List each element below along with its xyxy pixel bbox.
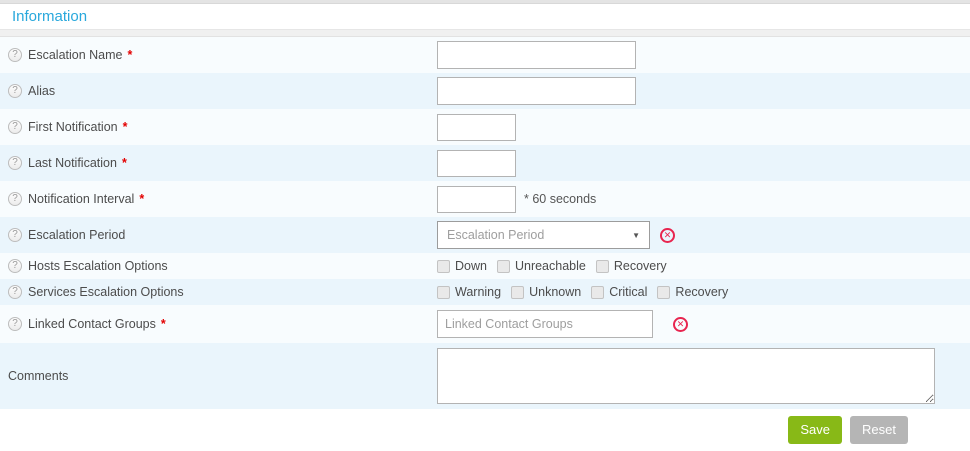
help-icon[interactable]: ? [8,285,22,299]
required-asterisk: * [128,48,133,62]
help-icon[interactable]: ? [8,317,22,331]
checkbox-recovery-hosts[interactable]: Recovery [596,259,667,273]
help-icon[interactable]: ? [8,228,22,242]
label-cell-escalation-name: ? Escalation Name * [0,48,437,62]
comments-textarea[interactable] [437,348,935,404]
page-title: Information [12,8,87,25]
escalation-form-panel: Information ? Escalation Name * ? Alias … [0,0,970,451]
checkbox-warning-label: Warning [455,285,501,299]
label-cell-notification-interval: ? Notification Interval * [0,192,437,206]
row-alias: ? Alias [0,73,970,109]
checkbox-recovery-services[interactable]: Recovery [657,285,728,299]
field-cell-notification-interval: * 60 seconds [437,186,970,213]
clear-linked-contact-groups-icon[interactable]: ✕ [673,317,688,332]
row-notification-interval: ? Notification Interval * * 60 seconds [0,181,970,217]
notification-interval-label: Notification Interval [28,192,134,206]
help-icon[interactable]: ? [8,259,22,273]
field-cell-comments [437,348,970,404]
field-cell-escalation-period: Escalation Period ▼ ✕ [437,221,970,249]
row-hosts-escalation-options: ? Hosts Escalation Options Down Unreacha… [0,253,970,279]
checkbox-unknown-label: Unknown [529,285,581,299]
escalation-name-label: Escalation Name [28,48,123,62]
reset-button[interactable]: Reset [850,416,908,444]
escalation-period-label: Escalation Period [28,228,125,242]
label-cell-last-notification: ? Last Notification * [0,156,437,170]
checkbox-icon[interactable] [596,260,609,273]
checkbox-recovery-services-label: Recovery [675,285,728,299]
checkbox-icon[interactable] [591,286,604,299]
required-asterisk: * [122,156,127,170]
row-linked-contact-groups: ? Linked Contact Groups * ✕ [0,305,970,343]
row-first-notification: ? First Notification * [0,109,970,145]
first-notification-input[interactable] [437,114,516,141]
checkbox-recovery-hosts-label: Recovery [614,259,667,273]
last-notification-label: Last Notification [28,156,117,170]
checkbox-critical[interactable]: Critical [591,285,647,299]
label-cell-alias: ? Alias [0,84,437,98]
row-escalation-period: ? Escalation Period Escalation Period ▼ … [0,217,970,253]
help-icon[interactable]: ? [8,48,22,62]
first-notification-label: First Notification [28,120,118,134]
escalation-period-placeholder: Escalation Period [447,228,544,242]
save-button[interactable]: Save [788,416,842,444]
panel-header: Information [0,4,970,29]
last-notification-input[interactable] [437,150,516,177]
checkbox-unreachable-label: Unreachable [515,259,586,273]
label-cell-linked-contact-groups: ? Linked Contact Groups * [0,317,437,331]
chevron-down-icon: ▼ [632,231,640,240]
label-cell-services-options: ? Services Escalation Options [0,285,437,299]
checkbox-critical-label: Critical [609,285,647,299]
checkbox-icon[interactable] [657,286,670,299]
row-last-notification: ? Last Notification * [0,145,970,181]
linked-contact-groups-input[interactable] [437,310,653,338]
field-cell-first-notification [437,114,970,141]
checkbox-warning[interactable]: Warning [437,285,501,299]
checkbox-down-label: Down [455,259,487,273]
checkbox-icon[interactable] [511,286,524,299]
label-cell-first-notification: ? First Notification * [0,120,437,134]
comments-label: Comments [8,369,68,383]
services-options-group: Warning Unknown Critical Recovery [437,285,970,299]
help-icon[interactable]: ? [8,120,22,134]
escalation-period-select[interactable]: Escalation Period ▼ [437,221,650,249]
form-footer: Save Reset [0,409,970,450]
required-asterisk: * [123,120,128,134]
alias-label: Alias [28,84,55,98]
required-asterisk: * [161,317,166,331]
required-asterisk: * [139,192,144,206]
checkbox-unreachable[interactable]: Unreachable [497,259,586,273]
field-cell-linked-contact-groups: ✕ [437,310,970,338]
hosts-options-group: Down Unreachable Recovery [437,259,970,273]
alias-input[interactable] [437,77,636,105]
clear-escalation-period-icon[interactable]: ✕ [660,228,675,243]
checkbox-down[interactable]: Down [437,259,487,273]
checkbox-icon[interactable] [437,260,450,273]
label-cell-comments: Comments [0,369,437,383]
row-services-escalation-options: ? Services Escalation Options Warning Un… [0,279,970,305]
help-icon[interactable]: ? [8,192,22,206]
label-cell-hosts-options: ? Hosts Escalation Options [0,259,437,273]
label-cell-escalation-period: ? Escalation Period [0,228,437,242]
help-icon[interactable]: ? [8,156,22,170]
interval-unit-hint: * 60 seconds [524,192,596,206]
field-cell-alias [437,77,970,105]
linked-contact-groups-label: Linked Contact Groups [28,317,156,331]
row-comments: Comments [0,343,970,409]
checkbox-icon[interactable] [497,260,510,273]
field-cell-escalation-name [437,41,970,69]
header-divider [0,29,970,37]
help-icon[interactable]: ? [8,84,22,98]
notification-interval-input[interactable] [437,186,516,213]
services-options-label: Services Escalation Options [28,285,184,299]
checkbox-unknown[interactable]: Unknown [511,285,581,299]
field-cell-last-notification [437,150,970,177]
hosts-options-label: Hosts Escalation Options [28,259,168,273]
row-escalation-name: ? Escalation Name * [0,37,970,73]
escalation-name-input[interactable] [437,41,636,69]
checkbox-icon[interactable] [437,286,450,299]
